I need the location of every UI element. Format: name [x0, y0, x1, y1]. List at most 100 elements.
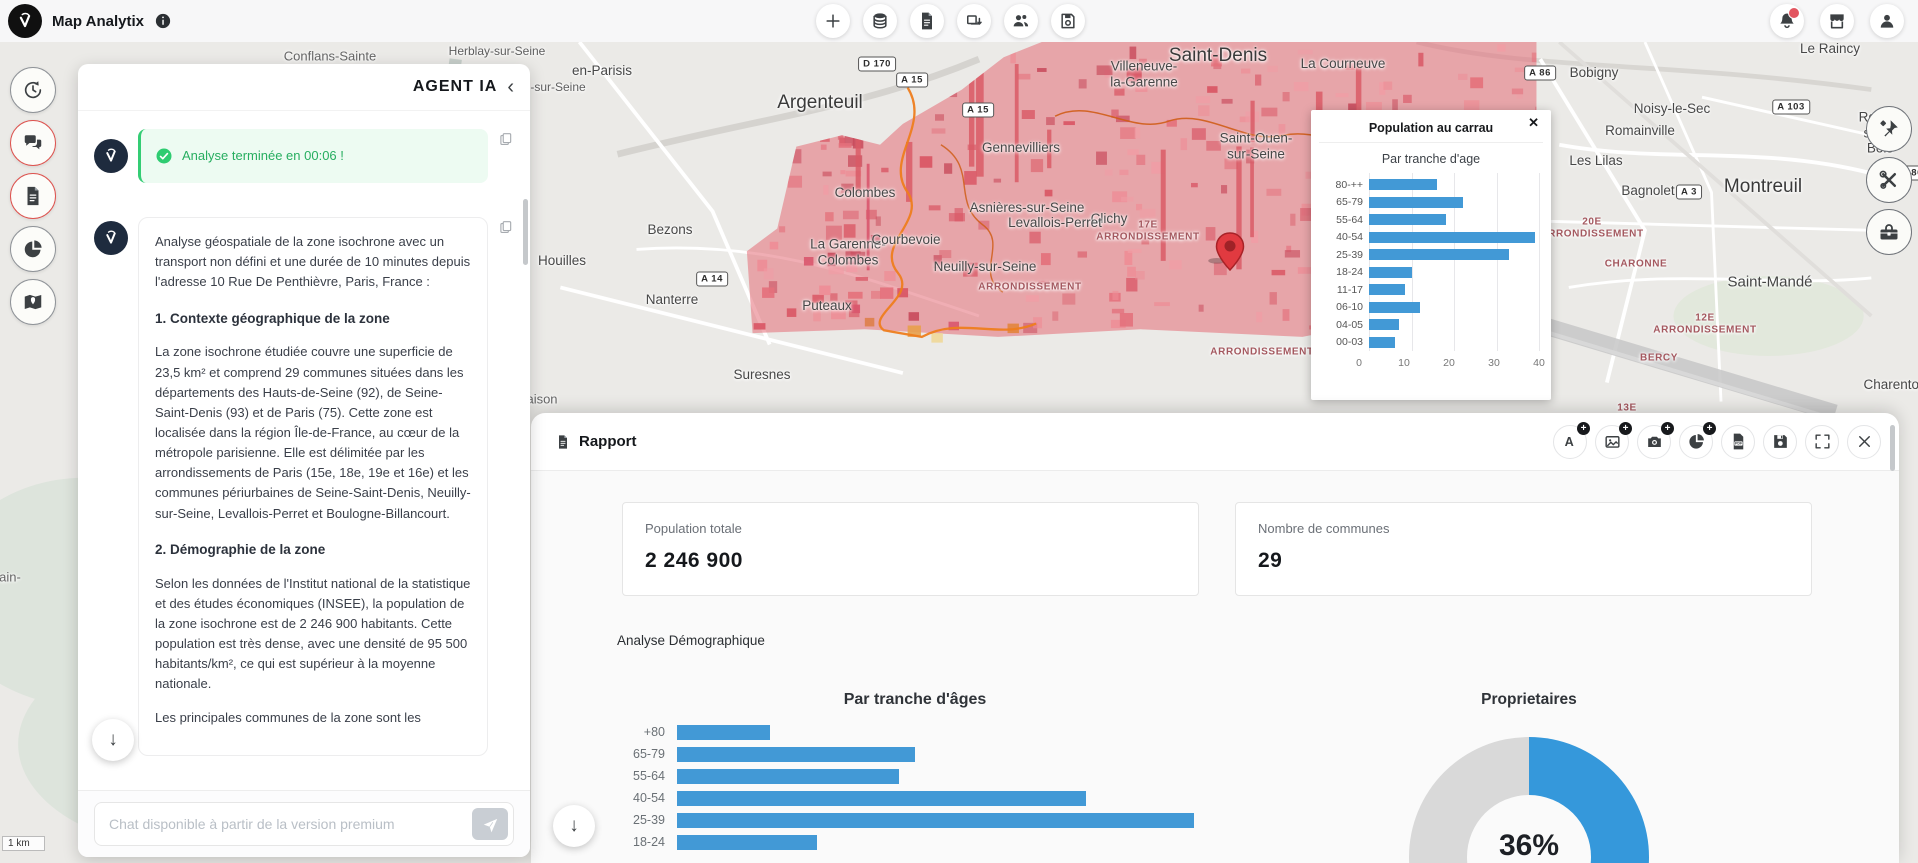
add-photo-icon — [1645, 432, 1664, 451]
collaborators-button[interactable] — [1004, 4, 1038, 38]
history-icon — [22, 79, 44, 101]
rail-report-button[interactable] — [10, 173, 56, 219]
stat-card-communes: Nombre de communes 29 — [1235, 502, 1812, 596]
report-chart-bar — [677, 834, 817, 850]
map-scale: 1 km — [2, 836, 45, 851]
agent-message-list: Analyse terminée en 00:06 ! Analyse géos… — [78, 111, 530, 790]
copy-message-button[interactable] — [495, 129, 516, 150]
popup-chart-row: 80-++ — [1321, 176, 1539, 194]
add-image-icon — [1603, 432, 1622, 451]
send-button[interactable] — [472, 808, 508, 840]
report-scroll-down-button[interactable]: ↓ — [553, 805, 595, 847]
store-icon — [1827, 11, 1847, 31]
agent-message: Analyse terminée en 00:06 ! — [94, 129, 516, 184]
account-icon — [1877, 11, 1897, 31]
add-button[interactable] — [816, 4, 850, 38]
scroll-to-bottom-button[interactable]: ↓ — [92, 719, 134, 761]
popup-title: Population au carrau — [1368, 121, 1494, 135]
document-icon — [917, 11, 937, 31]
copy-message-button[interactable] — [495, 217, 516, 238]
check-circle-icon — [155, 147, 173, 165]
export-pdf-button[interactable]: PDF — [1721, 424, 1755, 459]
popup-chart-category: 00-03 — [1336, 336, 1363, 349]
popup-chart-category: 55-64 — [1336, 213, 1363, 226]
store-button[interactable] — [1820, 4, 1854, 38]
rail-conversations-button[interactable] — [10, 120, 56, 166]
stat-value: 2 246 900 — [645, 549, 743, 572]
popup-chart-category: 65-79 — [1336, 196, 1363, 209]
pushpins-icon — [1877, 117, 1901, 141]
add-photo-button[interactable]: + — [1637, 421, 1674, 459]
rail-history-button[interactable] — [10, 67, 56, 113]
popup-chart-row: 65-79 — [1321, 194, 1539, 212]
report-chart-row: 18-24 — [555, 831, 1215, 853]
popup-chart-category: 80-++ — [1335, 178, 1363, 191]
report-chart-bar — [677, 746, 915, 762]
toolbox-button[interactable] — [1866, 209, 1912, 255]
close-report-button[interactable] — [1847, 424, 1881, 459]
rail-statistics-button[interactable] — [10, 226, 56, 272]
info-icon[interactable] — [154, 12, 172, 30]
report-scrollbar[interactable] — [1890, 425, 1895, 471]
popup-chart-row: 06-10 — [1321, 299, 1539, 317]
stat-label: Population totale — [645, 521, 742, 536]
agent-message: Analyse géospatiale de la zone isochrone… — [94, 217, 516, 756]
popup-chart-bar — [1369, 231, 1535, 243]
popup-chart-bar — [1369, 319, 1399, 331]
add-icon — [823, 11, 843, 31]
account-button[interactable] — [1870, 4, 1904, 38]
stat-value: 29 — [1258, 549, 1283, 572]
layers-button[interactable] — [863, 4, 897, 38]
stat-card-population: Population totale 2 246 900 — [622, 502, 1199, 596]
report-title: Rapport — [579, 433, 637, 450]
app-logo — [8, 4, 42, 38]
notifications-button[interactable] — [1770, 4, 1804, 38]
popup-chart-row: 25-39 — [1321, 246, 1539, 264]
road-shield: A 103 — [1772, 99, 1810, 115]
save-button[interactable] — [1051, 4, 1085, 38]
document-button[interactable] — [910, 4, 944, 38]
agent-panel: AGENT IA ‹ Analyse terminée en 00:06 ! A… — [78, 64, 530, 857]
chat-scrollbar[interactable] — [523, 199, 528, 265]
topbar-account-group — [1770, 4, 1904, 38]
chat-input-bar — [78, 790, 530, 857]
select-area-button[interactable] — [957, 4, 991, 38]
save-report-icon — [1771, 432, 1790, 451]
save-report-button[interactable] — [1763, 424, 1797, 459]
popup-chart-row: 00-03 — [1321, 334, 1539, 352]
map-tools-button[interactable] — [1866, 157, 1912, 203]
report-chart-category: 55-64 — [633, 769, 665, 783]
add-chart-button[interactable]: + — [1679, 421, 1716, 459]
fullscreen-button[interactable] — [1805, 424, 1839, 459]
add-text-button[interactable]: A + — [1553, 421, 1590, 459]
export-pdf-icon: PDF — [1729, 432, 1748, 451]
map-pin-marker[interactable] — [1215, 232, 1245, 272]
owners-donut-chart: 36% — [1409, 737, 1649, 863]
plus-badge: + — [1661, 421, 1674, 435]
clipboard-icon — [497, 131, 514, 148]
clipboard-icon — [497, 219, 514, 236]
population-popup: Population au carrau ✕ Par tranche d'age… — [1311, 110, 1551, 400]
report-chart-category: 65-79 — [633, 747, 665, 761]
popup-age-chart: 80-++ 65-79 55-64 40-54 25-39 18-24 11-1… — [1321, 173, 1540, 352]
analysis-message: Analyse géospatiale de la zone isochrone… — [138, 217, 488, 756]
popup-chart-bar — [1369, 196, 1463, 208]
success-message: Analyse terminée en 00:06 ! — [138, 129, 488, 184]
map-style-button[interactable] — [1866, 106, 1912, 152]
report-doc-icon — [555, 434, 571, 450]
chat-input[interactable] — [94, 802, 514, 846]
add-text-icon: A — [1561, 432, 1580, 451]
popup-chart-bar — [1369, 179, 1437, 191]
analysis-paragraph: Les principales communes de la zone sont… — [155, 709, 421, 725]
donut-chart-title: Proprietaires — [1481, 691, 1577, 708]
report-chart-bar — [677, 724, 771, 740]
report-chart-row: 65-79 — [555, 743, 1215, 765]
report-body: Population totale 2 246 900 Nombre de co… — [531, 471, 1899, 863]
collapse-panel-button[interactable]: ‹ — [505, 77, 516, 97]
add-image-button[interactable]: + — [1595, 421, 1632, 459]
svg-text:A: A — [1564, 435, 1573, 449]
report-panel: Rapport A + + + + PDF Population totale 2 246… — [531, 413, 1899, 863]
send-icon — [482, 816, 499, 833]
popup-close-button[interactable]: ✕ — [1522, 114, 1545, 132]
rail-map-explore-button[interactable] — [10, 279, 56, 325]
